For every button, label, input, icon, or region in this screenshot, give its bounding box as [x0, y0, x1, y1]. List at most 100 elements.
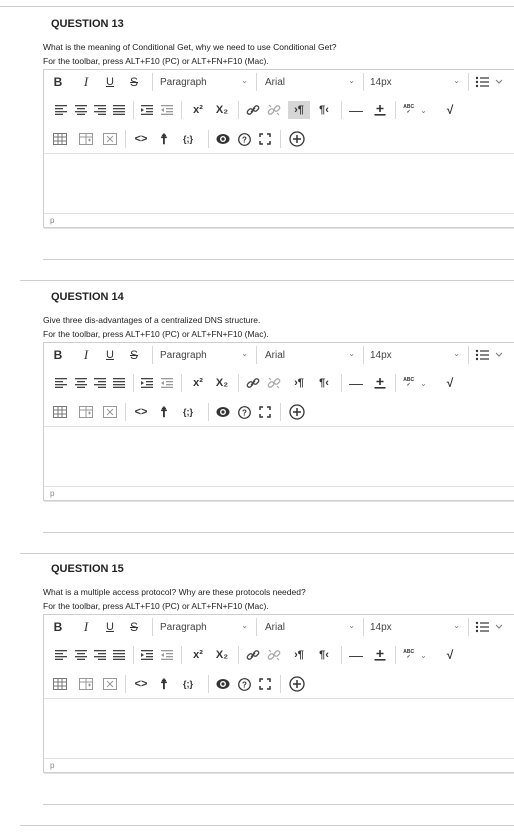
table-properties-icon[interactable]	[78, 131, 94, 147]
justify-icon[interactable]	[112, 376, 126, 390]
help-icon[interactable]: ?	[236, 676, 252, 692]
justify-icon[interactable]	[112, 648, 126, 662]
table-properties-icon[interactable]	[78, 404, 94, 420]
outdent-icon[interactable]	[160, 376, 174, 390]
html-source-button[interactable]: {;}	[177, 675, 199, 693]
rtl-paragraph-button[interactable]: ¶‹	[313, 646, 335, 664]
align-left-icon[interactable]	[54, 103, 68, 117]
unlink-icon[interactable]	[266, 375, 282, 391]
horizontal-line-button[interactable]: —	[348, 646, 364, 664]
insert-content-icon[interactable]	[372, 375, 388, 391]
list-dropdown-button[interactable]	[474, 346, 506, 364]
font-size-select[interactable]: 14px ⌄	[370, 73, 462, 91]
strikethrough-button[interactable]: S	[126, 73, 142, 91]
align-left-icon[interactable]	[54, 648, 68, 662]
add-content-icon[interactable]	[288, 403, 306, 421]
add-content-icon[interactable]	[288, 675, 306, 693]
italic-button[interactable]: I	[78, 618, 94, 636]
font-size-select[interactable]: 14px ⌄	[370, 346, 462, 364]
bold-button[interactable]: B	[50, 73, 66, 91]
editor-text-area[interactable]	[44, 426, 514, 487]
math-equation-button[interactable]: √	[442, 646, 458, 664]
delete-table-icon[interactable]	[102, 676, 118, 692]
subscript-button[interactable]: X₂	[212, 374, 232, 392]
bold-button[interactable]: B	[50, 346, 66, 364]
outdent-icon[interactable]	[160, 648, 174, 662]
insert-table-icon[interactable]	[52, 676, 68, 692]
spellcheck-dropdown[interactable]: ABC ✓ ⌄	[400, 374, 430, 392]
element-path[interactable]: p	[50, 216, 54, 225]
insert-table-icon[interactable]	[52, 131, 68, 147]
underline-button[interactable]: U	[102, 618, 118, 636]
insert-content-icon[interactable]	[372, 647, 388, 663]
outdent-icon[interactable]	[160, 103, 174, 117]
editor-text-area[interactable]	[44, 153, 514, 214]
strikethrough-button[interactable]: S	[126, 618, 142, 636]
justify-icon[interactable]	[112, 103, 126, 117]
unlink-icon[interactable]	[266, 102, 282, 118]
insert-content-icon[interactable]	[372, 102, 388, 118]
align-left-icon[interactable]	[54, 376, 68, 390]
paragraph-format-select[interactable]: Paragraph ⌄	[160, 618, 250, 636]
font-size-select[interactable]: 14px ⌄	[370, 618, 462, 636]
html-source-button[interactable]: {;}	[177, 403, 199, 421]
underline-button[interactable]: U	[102, 346, 118, 364]
align-center-icon[interactable]	[74, 376, 88, 390]
editor-text-area[interactable]	[44, 698, 514, 759]
link-icon[interactable]	[245, 102, 261, 118]
indent-icon[interactable]	[140, 103, 154, 117]
align-right-icon[interactable]	[93, 103, 107, 117]
accessibility-icon[interactable]: ☨	[156, 403, 172, 421]
subscript-button[interactable]: X₂	[212, 101, 232, 119]
help-icon[interactable]: ?	[236, 404, 252, 420]
spellcheck-dropdown[interactable]: ABC ✓ ⌄	[400, 646, 430, 664]
paragraph-format-select[interactable]: Paragraph ⌄	[160, 346, 250, 364]
superscript-button[interactable]: x²	[188, 374, 208, 392]
code-sample-button[interactable]: <>	[132, 403, 150, 421]
delete-table-icon[interactable]	[102, 404, 118, 420]
strikethrough-button[interactable]: S	[126, 346, 142, 364]
table-properties-icon[interactable]	[78, 676, 94, 692]
accessibility-icon[interactable]: ☨	[156, 130, 172, 148]
link-icon[interactable]	[245, 647, 261, 663]
ltr-paragraph-button[interactable]: ›¶	[288, 101, 310, 119]
font-family-select[interactable]: Arial ⌄	[265, 346, 357, 364]
fullscreen-icon[interactable]	[257, 676, 273, 692]
add-content-icon[interactable]	[288, 130, 306, 148]
italic-button[interactable]: I	[78, 346, 94, 364]
help-icon[interactable]: ?	[236, 131, 252, 147]
ltr-paragraph-button[interactable]: ›¶	[288, 646, 310, 664]
list-dropdown-button[interactable]	[474, 73, 506, 91]
link-icon[interactable]	[245, 375, 261, 391]
rtl-paragraph-button[interactable]: ¶‹	[313, 374, 335, 392]
underline-button[interactable]: U	[102, 73, 118, 91]
preview-icon[interactable]	[215, 131, 231, 147]
italic-button[interactable]: I	[78, 73, 94, 91]
paragraph-format-select[interactable]: Paragraph ⌄	[160, 73, 250, 91]
unlink-icon[interactable]	[266, 647, 282, 663]
subscript-button[interactable]: X₂	[212, 646, 232, 664]
superscript-button[interactable]: x²	[188, 646, 208, 664]
element-path[interactable]: p	[50, 761, 54, 770]
rtl-paragraph-button[interactable]: ¶‹	[313, 101, 335, 119]
math-equation-button[interactable]: √	[442, 374, 458, 392]
align-center-icon[interactable]	[74, 103, 88, 117]
align-center-icon[interactable]	[74, 648, 88, 662]
accessibility-icon[interactable]: ☨	[156, 675, 172, 693]
spellcheck-dropdown[interactable]: ABC ✓ ⌄	[400, 101, 430, 119]
horizontal-line-button[interactable]: —	[348, 374, 364, 392]
html-source-button[interactable]: {;}	[177, 130, 199, 148]
fullscreen-icon[interactable]	[257, 404, 273, 420]
align-right-icon[interactable]	[93, 376, 107, 390]
delete-table-icon[interactable]	[102, 131, 118, 147]
preview-icon[interactable]	[215, 404, 231, 420]
font-family-select[interactable]: Arial ⌄	[265, 618, 357, 636]
fullscreen-icon[interactable]	[257, 131, 273, 147]
indent-icon[interactable]	[140, 648, 154, 662]
list-dropdown-button[interactable]	[474, 618, 506, 636]
element-path[interactable]: p	[50, 489, 54, 498]
font-family-select[interactable]: Arial ⌄	[265, 73, 357, 91]
horizontal-line-button[interactable]: —	[348, 101, 364, 119]
preview-icon[interactable]	[215, 676, 231, 692]
align-right-icon[interactable]	[93, 648, 107, 662]
